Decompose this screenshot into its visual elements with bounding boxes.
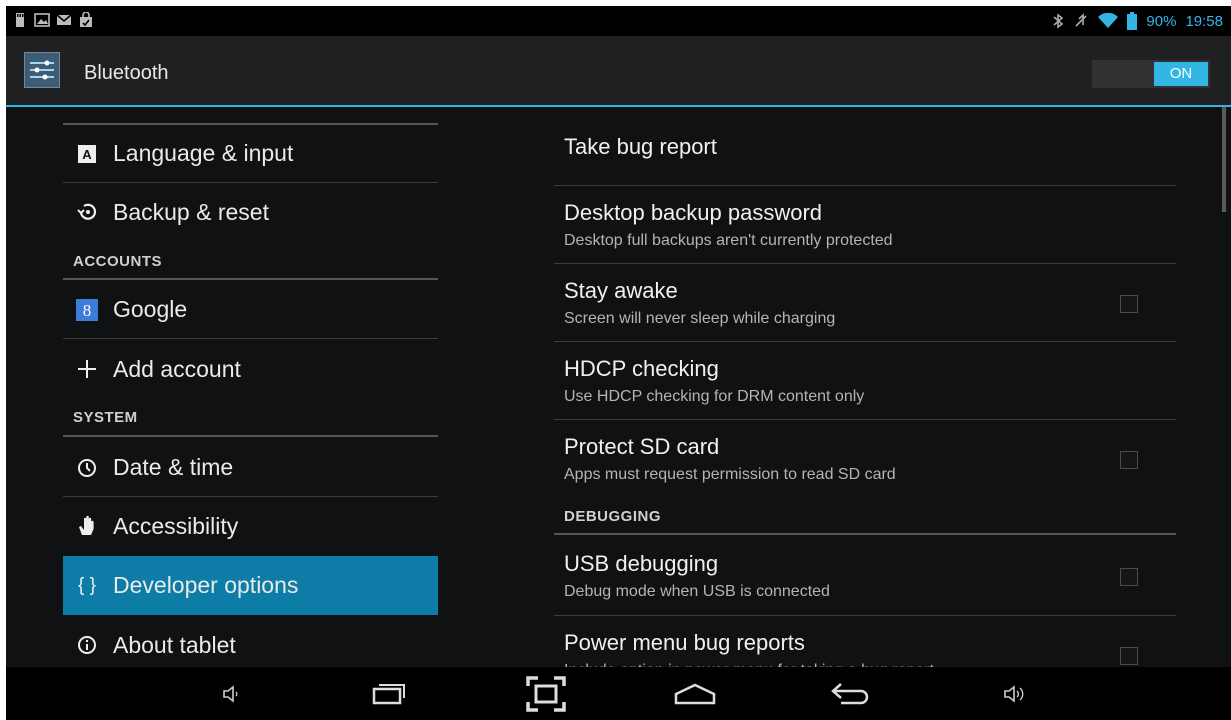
- page-title: Bluetooth: [84, 62, 169, 84]
- keyboard-a-icon: A: [75, 142, 99, 166]
- pref-title: Desktop backup password: [564, 200, 823, 225]
- usb-debugging-checkbox[interactable]: [1120, 568, 1138, 586]
- shopping-bag-icon: [80, 12, 92, 27]
- screenshot-icon: [526, 675, 566, 712]
- restore-icon: [75, 200, 99, 224]
- battery-percent: 90%: [1146, 12, 1177, 30]
- home-icon: [674, 683, 716, 704]
- settings-header-list: A Language & input Backup & reset ACCOUN…: [6, 107, 476, 667]
- pref-summary: Desktop full backups aren't currently pr…: [564, 232, 893, 249]
- header-item-label: Add account: [113, 355, 241, 382]
- pref-hdcp-checking[interactable]: HDCP checking Use HDCP checking for DRM …: [554, 342, 1176, 420]
- pref-protect-sd-card[interactable]: Protect SD card Apps must request permis…: [554, 420, 1176, 498]
- power-menu-bug-reports-checkbox[interactable]: [1120, 647, 1138, 665]
- pref-summary: Use HDCP checking for DRM content only: [564, 388, 865, 405]
- divider: [63, 278, 438, 280]
- recent-apps-icon: [372, 683, 405, 704]
- pref-summary: Debug mode when USB is connected: [564, 583, 830, 600]
- scrollbar[interactable]: [1222, 107, 1226, 212]
- action-bar: Bluetooth ON: [6, 36, 1231, 107]
- pref-desktop-backup-password[interactable]: Desktop backup password Desktop full bac…: [554, 186, 1176, 264]
- divider: [63, 435, 438, 437]
- braces-icon: { }: [78, 574, 96, 596]
- volume-down-icon: [223, 684, 238, 703]
- pref-title: USB debugging: [564, 551, 719, 576]
- wifi-icon: [1098, 13, 1119, 28]
- volume-down-button[interactable]: [211, 667, 251, 720]
- header-item-language-input[interactable]: A Language & input: [63, 125, 438, 183]
- pref-title: HDCP checking: [564, 356, 719, 381]
- protect-sd-card-checkbox[interactable]: [1120, 451, 1138, 469]
- toggle-on-label: ON: [1154, 62, 1208, 86]
- section-header-system: SYSTEM: [73, 409, 138, 426]
- back-button[interactable]: [826, 667, 876, 720]
- screenshot-button[interactable]: [520, 667, 572, 720]
- header-item-label: Google: [113, 296, 188, 322]
- volume-up-icon: [1004, 684, 1024, 703]
- bluetooth-icon: [1053, 13, 1064, 29]
- sliders-icon: [30, 60, 54, 80]
- android-screen: 90% 19:58 Bluetooth ON A Language & inpu…: [6, 6, 1231, 720]
- recent-apps-button[interactable]: [364, 667, 414, 720]
- info-icon: [75, 633, 99, 657]
- header-item-add-account[interactable]: Add account: [63, 340, 438, 398]
- section-header-accounts: ACCOUNTS: [73, 253, 162, 270]
- clock-icon: [75, 456, 99, 480]
- header-item-label: Backup & reset: [113, 198, 269, 225]
- svg-text:8: 8: [83, 301, 92, 320]
- image-icon: [34, 13, 50, 27]
- header-item-label: About tablet: [113, 631, 236, 658]
- header-item-label: Date & time: [113, 454, 234, 480]
- pref-take-bug-report[interactable]: Take bug report: [554, 107, 1176, 186]
- pref-title: Power menu bug reports: [564, 630, 805, 655]
- developer-options-list: Take bug report Desktop backup password …: [554, 107, 1176, 679]
- header-item-developer-options[interactable]: { } Developer options: [63, 556, 438, 615]
- divider: [554, 533, 1176, 535]
- header-item-accessibility[interactable]: Accessibility: [63, 497, 438, 555]
- pref-usb-debugging[interactable]: USB debugging Debug mode when USB is con…: [554, 537, 1176, 616]
- clock: 19:58: [1185, 12, 1223, 30]
- settings-app-icon[interactable]: [24, 52, 60, 88]
- hand-icon: [75, 514, 99, 538]
- battery-icon: [1127, 12, 1138, 30]
- pref-title: Protect SD card: [564, 434, 720, 459]
- plus-icon: [75, 357, 99, 381]
- section-header-debugging: DEBUGGING: [564, 508, 662, 525]
- back-icon: [831, 682, 869, 704]
- header-item-label: Accessibility: [113, 512, 239, 539]
- stay-awake-checkbox[interactable]: [1120, 295, 1138, 313]
- pref-title: Stay awake: [564, 278, 678, 303]
- svg-text:A: A: [82, 147, 92, 162]
- header-item-label: Language & input: [113, 140, 294, 166]
- pref-title: Take bug report: [564, 134, 717, 159]
- sd-card-icon: [16, 13, 24, 27]
- home-button[interactable]: [670, 667, 720, 720]
- volume-up-button[interactable]: [992, 667, 1036, 720]
- header-item-backup-reset[interactable]: Backup & reset: [63, 183, 438, 241]
- gmail-icon: [56, 14, 72, 25]
- pref-summary: Apps must request permission to read SD …: [564, 466, 896, 483]
- navigation-bar: [6, 667, 1231, 720]
- pref-summary: Screen will never sleep while charging: [564, 310, 836, 327]
- status-bar: 90% 19:58: [6, 6, 1231, 36]
- header-item-label: Developer options: [113, 572, 299, 598]
- header-item-about-tablet[interactable]: About tablet: [63, 616, 438, 674]
- bluetooth-toggle[interactable]: ON: [1092, 60, 1210, 88]
- status-indicators: 90% 19:58: [1052, 6, 1223, 36]
- mute-icon: [1075, 13, 1087, 27]
- header-item-date-time[interactable]: Date & time: [63, 439, 438, 497]
- google-icon: 8: [75, 298, 99, 322]
- pref-stay-awake[interactable]: Stay awake Screen will never sleep while…: [554, 264, 1176, 342]
- header-item-google[interactable]: 8 Google: [63, 281, 438, 339]
